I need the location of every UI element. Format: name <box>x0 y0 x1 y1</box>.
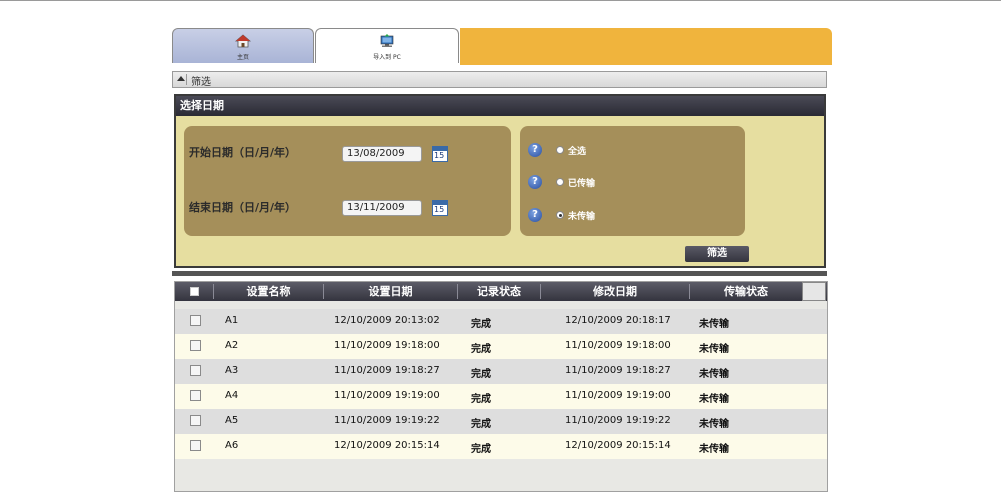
cell-transfer-status: 未传输 <box>699 319 729 330</box>
radio-all-label: 全选 <box>568 147 587 157</box>
cell-record-status: 完成 <box>471 394 491 405</box>
table-row[interactable]: A2 11/10/2009 19:18:00 完成 11/10/2009 19:… <box>175 334 827 359</box>
date-range-box: 开始日期（日/月/年） 13/08/2009 15 结束日期（日/月/年） 13… <box>184 126 511 236</box>
collapse-triangle-icon[interactable] <box>177 76 185 81</box>
row-checkbox[interactable] <box>190 365 201 376</box>
end-calendar-icon[interactable]: 15 <box>432 200 448 216</box>
tab-import-pc[interactable]: 导入到 PC <box>315 28 459 63</box>
filter-section-label: 筛选 <box>191 77 211 88</box>
cell-set-date: 12/10/2009 20:13:02 <box>334 315 440 326</box>
end-date-input[interactable]: 13/11/2009 <box>342 200 422 216</box>
cell-name: A6 <box>225 440 239 451</box>
cell-record-status: 完成 <box>471 444 491 455</box>
radio-not-transferred-label: 未传输 <box>568 212 596 222</box>
cell-set-date: 11/10/2009 19:18:00 <box>334 340 440 351</box>
cell-modified-date: 11/10/2009 19:18:00 <box>565 340 671 351</box>
cell-name: A5 <box>225 415 239 426</box>
row-checkbox[interactable] <box>190 440 201 451</box>
help-icon[interactable]: ? <box>528 143 542 157</box>
help-icon[interactable]: ? <box>528 175 542 189</box>
table-row[interactable]: A6 12/10/2009 20:15:14 完成 12/10/2009 20:… <box>175 434 827 459</box>
cell-set-date: 11/10/2009 19:18:27 <box>334 365 440 376</box>
col-header-set-date[interactable]: 设置日期 <box>324 282 457 301</box>
table-row[interactable]: A5 11/10/2009 19:19:22 完成 11/10/2009 19:… <box>175 409 827 434</box>
date-selection-panel: 选择日期 开始日期（日/月/年） 13/08/2009 15 结束日期（日/月/… <box>174 94 826 268</box>
cell-record-status: 完成 <box>471 419 491 430</box>
cell-transfer-status: 未传输 <box>699 394 729 405</box>
divider <box>186 74 187 85</box>
date-panel-title: 选择日期 <box>176 96 824 116</box>
cell-record-status: 完成 <box>471 369 491 380</box>
top-divider <box>0 0 1001 1</box>
table-row[interactable]: A3 11/10/2009 19:18:27 完成 11/10/2009 19:… <box>175 359 827 384</box>
filter-button[interactable]: 筛选 <box>685 246 749 262</box>
tab-import-label: 导入到 PC <box>373 54 401 61</box>
cell-name: A2 <box>225 340 239 351</box>
panel-divider <box>172 271 827 276</box>
cell-name: A1 <box>225 315 239 326</box>
col-header-name[interactable]: 设置名称 <box>214 282 323 301</box>
cell-modified-date: 12/10/2009 20:15:14 <box>565 440 671 451</box>
start-date-label: 开始日期（日/月/年） <box>189 146 297 159</box>
tab-bar: 主页 导入到 PC <box>170 28 832 65</box>
help-icon[interactable]: ? <box>528 208 542 222</box>
transfer-filter-box: ? 全选 ? 已传输 ? 未传输 <box>520 126 745 236</box>
cell-set-date: 12/10/2009 20:15:14 <box>334 440 440 451</box>
start-calendar-icon[interactable]: 15 <box>432 146 448 162</box>
row-checkbox[interactable] <box>190 415 201 426</box>
col-header-transfer-status[interactable]: 传输状态 <box>690 282 802 301</box>
app-window: 主页 导入到 PC 筛选 选择日期 开始日期（日/月/年） 13/08/2009… <box>170 28 832 494</box>
cell-transfer-status: 未传输 <box>699 344 729 355</box>
cell-transfer-status: 未传输 <box>699 419 729 430</box>
filter-section-toggle[interactable]: 筛选 <box>172 71 827 88</box>
col-header-modified-date[interactable]: 修改日期 <box>541 282 689 301</box>
col-header-record-status[interactable]: 记录状态 <box>458 282 540 301</box>
cell-name: A3 <box>225 365 239 376</box>
cell-transfer-status: 未传输 <box>699 369 729 380</box>
cell-transfer-status: 未传输 <box>699 444 729 455</box>
radio-not-transferred[interactable] <box>556 211 564 219</box>
radio-all[interactable] <box>556 146 564 154</box>
cell-modified-date: 12/10/2009 20:18:17 <box>565 315 671 326</box>
cell-set-date: 11/10/2009 19:19:22 <box>334 415 440 426</box>
import-pc-icon <box>380 34 394 47</box>
start-date-input[interactable]: 13/08/2009 <box>342 146 422 162</box>
table-row[interactable]: A1 12/10/2009 20:13:02 完成 12/10/2009 20:… <box>175 309 827 334</box>
cell-modified-date: 11/10/2009 19:19:22 <box>565 415 671 426</box>
tab-bar-fill <box>460 28 832 65</box>
tab-home[interactable]: 主页 <box>172 28 314 63</box>
cell-modified-date: 11/10/2009 19:18:27 <box>565 365 671 376</box>
column-chooser-button[interactable] <box>802 282 826 301</box>
row-checkbox[interactable] <box>190 390 201 401</box>
settings-table: 设置名称 设置日期 记录状态 修改日期 传输状态 A1 12/10/2009 2… <box>174 281 828 492</box>
row-checkbox[interactable] <box>190 340 201 351</box>
radio-transferred-label: 已传输 <box>568 179 596 189</box>
end-date-label: 结束日期（日/月/年） <box>189 201 297 214</box>
row-checkbox[interactable] <box>190 315 201 326</box>
cell-record-status: 完成 <box>471 344 491 355</box>
cell-modified-date: 11/10/2009 19:19:00 <box>565 390 671 401</box>
tab-home-label: 主页 <box>236 54 249 61</box>
home-icon <box>235 34 251 48</box>
cell-set-date: 11/10/2009 19:19:00 <box>334 390 440 401</box>
radio-transferred[interactable] <box>556 178 564 186</box>
select-all-checkbox[interactable] <box>190 287 199 296</box>
cell-record-status: 完成 <box>471 319 491 330</box>
table-row[interactable]: A4 11/10/2009 19:19:00 完成 11/10/2009 19:… <box>175 384 827 409</box>
table-header: 设置名称 设置日期 记录状态 修改日期 传输状态 <box>175 282 827 301</box>
cell-name: A4 <box>225 390 239 401</box>
